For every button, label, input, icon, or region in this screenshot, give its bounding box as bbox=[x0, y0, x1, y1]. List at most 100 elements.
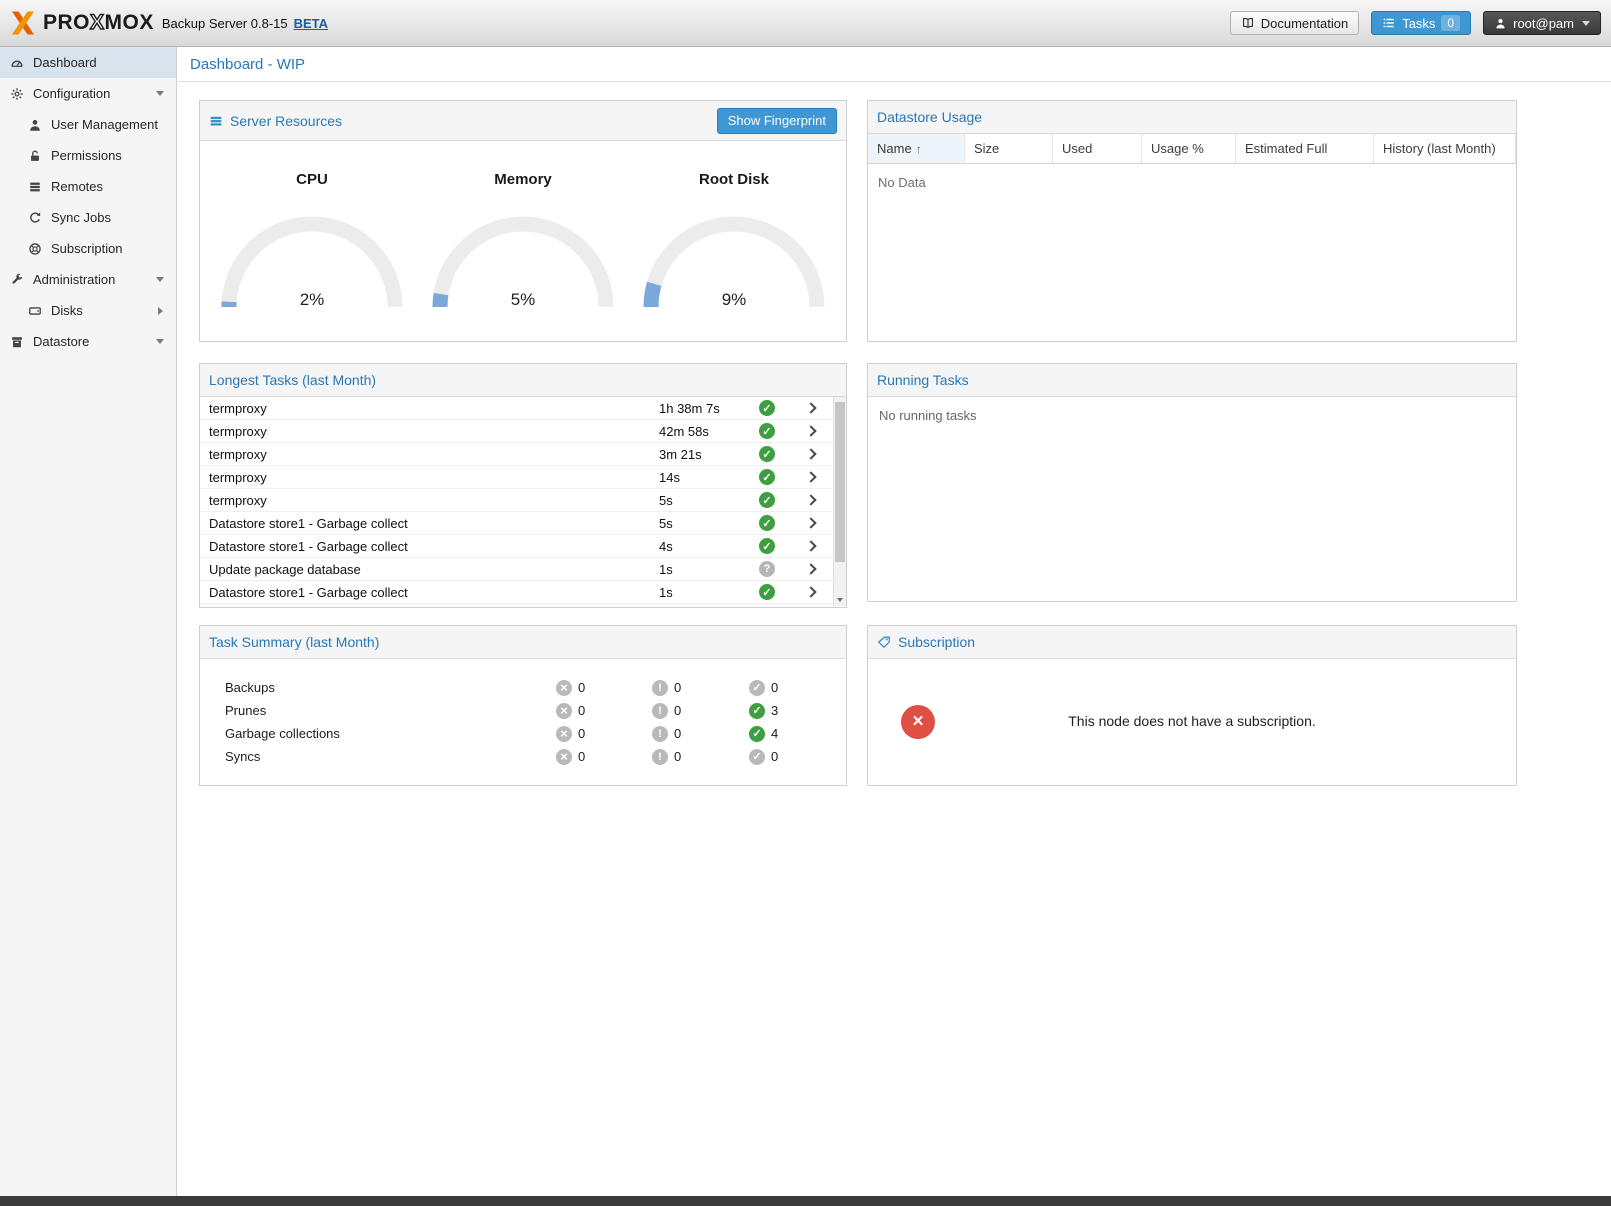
server-list-icon bbox=[28, 180, 42, 194]
gauges: CPU 2% Memory 5% Root Disk bbox=[200, 141, 846, 321]
chevron-right-icon[interactable] bbox=[158, 307, 163, 315]
task-row[interactable]: Datastore store1 - Garbage collect 1s bbox=[200, 581, 833, 604]
task-row[interactable]: termproxy 5s bbox=[200, 489, 833, 512]
chevron-right-icon[interactable] bbox=[805, 471, 816, 482]
warning-count: 0 bbox=[674, 703, 681, 718]
ok-count: 0 bbox=[771, 749, 778, 764]
chevron-right-icon[interactable] bbox=[805, 540, 816, 551]
error-icon bbox=[556, 703, 572, 719]
beta-link[interactable]: BETA bbox=[294, 16, 328, 31]
column-header-size[interactable]: Size bbox=[965, 134, 1053, 163]
column-header-name[interactable]: Name ↑ bbox=[868, 134, 965, 163]
status-ok-icon bbox=[759, 469, 775, 485]
error-count: 0 bbox=[578, 703, 585, 718]
task-row[interactable]: termproxy 3m 21s bbox=[200, 443, 833, 466]
task-summary-panel: Task Summary (last Month) Backups 0 0 0 … bbox=[199, 625, 847, 786]
sidebar-item-configuration[interactable]: Configuration bbox=[0, 78, 176, 109]
sidebar-item-label: Sync Jobs bbox=[51, 210, 111, 225]
warning-icon bbox=[652, 680, 668, 696]
ok-count: 3 bbox=[771, 703, 778, 718]
column-header-estimated-full[interactable]: Estimated Full bbox=[1236, 134, 1374, 163]
memory-gauge: Memory 5% bbox=[423, 171, 623, 321]
sync-icon bbox=[28, 211, 42, 225]
gauge-label: CPU bbox=[212, 171, 412, 188]
task-name: Datastore store1 - Garbage collect bbox=[209, 585, 659, 600]
task-row[interactable]: Datastore store1 - Garbage collect 4s bbox=[200, 535, 833, 558]
sidebar-item-datastore[interactable]: Datastore bbox=[0, 326, 176, 357]
gauge-value: 2% bbox=[212, 290, 412, 310]
task-duration: 3m 21s bbox=[659, 447, 759, 462]
column-header-usage-pct[interactable]: Usage % bbox=[1142, 134, 1236, 163]
sidebar-item-dashboard[interactable]: Dashboard bbox=[0, 47, 176, 78]
header-actions: Documentation Tasks 0 root@pam bbox=[1230, 11, 1601, 35]
sidebar-item-label: Remotes bbox=[51, 179, 103, 194]
task-duration: 4s bbox=[659, 539, 759, 554]
task-row[interactable]: termproxy 1h 38m 7s bbox=[200, 397, 833, 420]
brand-wordmark: PROXMOX bbox=[43, 11, 154, 35]
tasks-button[interactable]: Tasks 0 bbox=[1371, 11, 1471, 35]
panel-title: Longest Tasks (last Month) bbox=[209, 372, 376, 388]
task-row[interactable]: Datastore store1 - Garbage collect 5s bbox=[200, 512, 833, 535]
chevron-right-icon[interactable] bbox=[805, 494, 816, 505]
task-row[interactable]: termproxy 14s bbox=[200, 466, 833, 489]
sidebar-item-label: Permissions bbox=[51, 148, 122, 163]
bottom-strip bbox=[0, 1196, 1611, 1206]
sidebar-item-label: Datastore bbox=[33, 334, 89, 349]
error-icon bbox=[556, 680, 572, 696]
task-duration: 1s bbox=[659, 562, 759, 577]
error-icon bbox=[556, 726, 572, 742]
column-header-used[interactable]: Used bbox=[1053, 134, 1142, 163]
show-fingerprint-button[interactable]: Show Fingerprint bbox=[717, 108, 837, 134]
documentation-button[interactable]: Documentation bbox=[1230, 11, 1359, 35]
chevron-right-icon[interactable] bbox=[805, 448, 816, 459]
gauge-label: Root Disk bbox=[634, 171, 834, 188]
running-tasks-panel: Running Tasks No running tasks bbox=[867, 363, 1517, 602]
sidebar-item-disks[interactable]: Disks bbox=[0, 295, 176, 326]
task-name: termproxy bbox=[209, 470, 659, 485]
datastore-usage-header: Datastore Usage bbox=[868, 101, 1516, 134]
sidebar-item-sync-jobs[interactable]: Sync Jobs bbox=[0, 202, 176, 233]
user-menu-button[interactable]: root@pam bbox=[1483, 11, 1601, 35]
chevron-right-icon[interactable] bbox=[805, 586, 816, 597]
sidebar-item-permissions[interactable]: Permissions bbox=[0, 140, 176, 171]
status-ok-icon bbox=[759, 423, 775, 439]
task-row[interactable]: termproxy 42m 58s bbox=[200, 420, 833, 443]
summary-label: Garbage collections bbox=[225, 726, 556, 741]
scrollbar[interactable] bbox=[833, 397, 846, 606]
user-label: root@pam bbox=[1513, 16, 1574, 31]
user-icon bbox=[28, 118, 42, 132]
chevron-down-icon[interactable] bbox=[156, 277, 164, 282]
task-row[interactable]: Update package database 1s bbox=[200, 558, 833, 581]
task-duration: 14s bbox=[659, 470, 759, 485]
book-icon bbox=[1241, 16, 1255, 30]
chevron-right-icon[interactable] bbox=[805, 425, 816, 436]
chevron-right-icon[interactable] bbox=[805, 402, 816, 413]
sidebar-item-remotes[interactable]: Remotes bbox=[0, 171, 176, 202]
sidebar-item-administration[interactable]: Administration bbox=[0, 264, 176, 295]
status-ok-icon bbox=[759, 446, 775, 462]
error-count: 0 bbox=[578, 680, 585, 695]
lock-icon bbox=[28, 149, 42, 163]
running-tasks-header: Running Tasks bbox=[868, 364, 1516, 397]
life-ring-icon bbox=[28, 242, 42, 256]
chevron-right-icon[interactable] bbox=[805, 517, 816, 528]
root-disk-gauge: Root Disk 9% bbox=[634, 171, 834, 321]
user-icon bbox=[1494, 17, 1507, 30]
sidebar-item-label: User Management bbox=[51, 117, 158, 132]
sort-ascending-icon: ↑ bbox=[916, 142, 922, 156]
tasks-label: Tasks bbox=[1402, 16, 1435, 31]
chevron-down-icon[interactable] bbox=[156, 91, 164, 96]
chevron-right-icon[interactable] bbox=[805, 563, 816, 574]
error-icon bbox=[556, 749, 572, 765]
scrollbar-thumb[interactable] bbox=[835, 402, 845, 562]
scrollbar-down-button[interactable] bbox=[834, 593, 846, 606]
subscription-header: Subscription bbox=[868, 626, 1516, 659]
sidebar-item-user-management[interactable]: User Management bbox=[0, 109, 176, 140]
chevron-down-icon[interactable] bbox=[156, 339, 164, 344]
sidebar-item-label: Configuration bbox=[33, 86, 110, 101]
column-header-history[interactable]: History (last Month) bbox=[1374, 134, 1516, 163]
subscription-panel: Subscription × This node does not have a… bbox=[867, 625, 1517, 786]
gauge-label: Memory bbox=[423, 171, 623, 188]
sidebar-item-subscription[interactable]: Subscription bbox=[0, 233, 176, 264]
sidebar-item-label: Administration bbox=[33, 272, 115, 287]
